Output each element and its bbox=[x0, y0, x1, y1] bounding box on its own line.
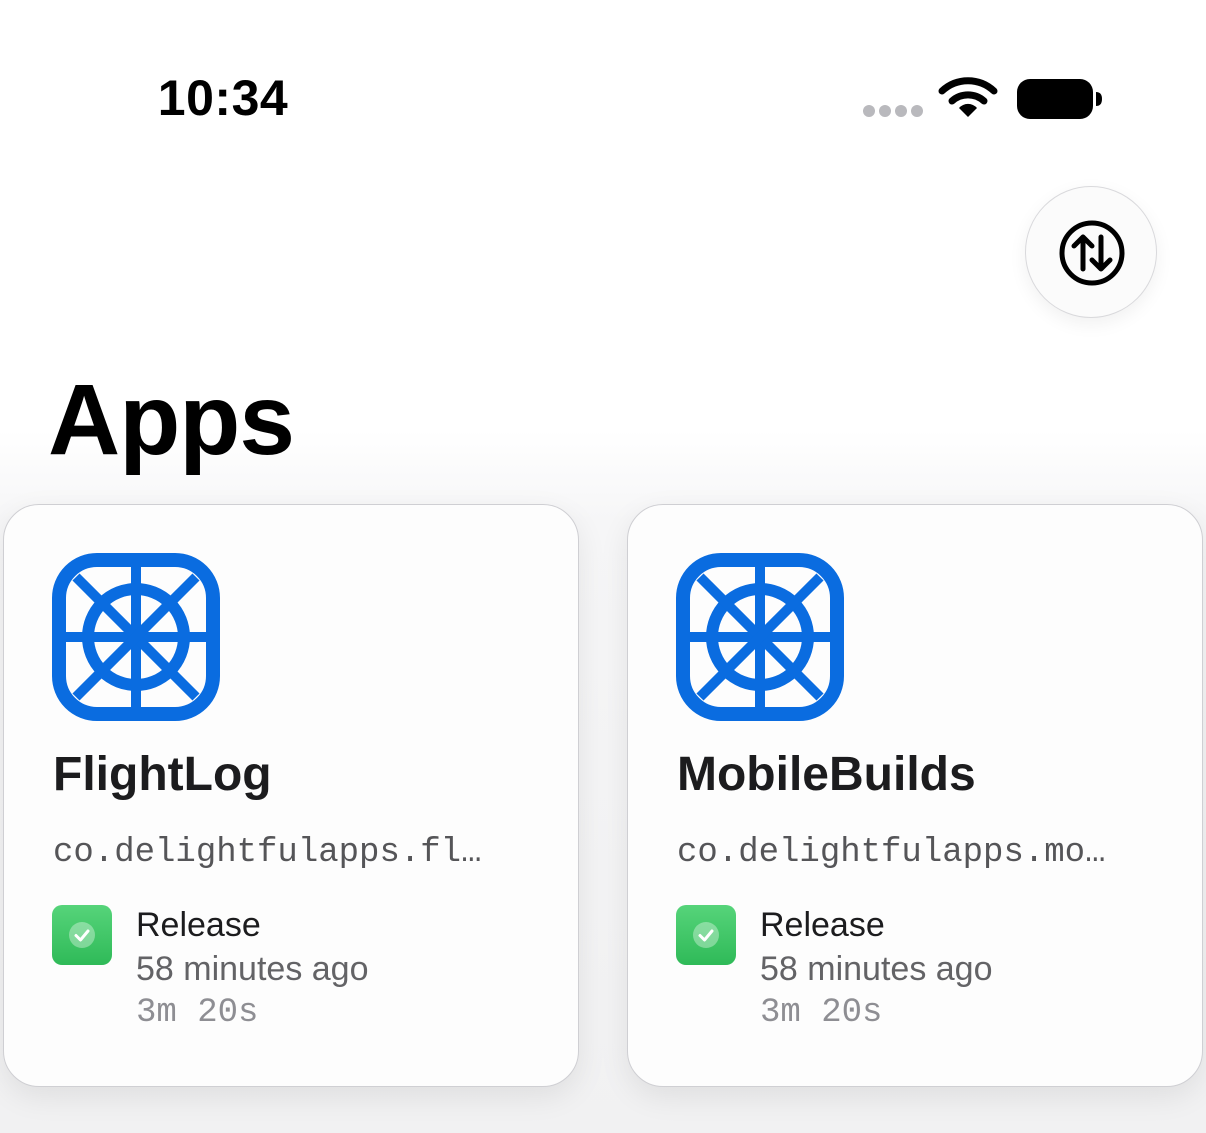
app-name: FlightLog bbox=[53, 748, 272, 801]
app-name: MobileBuilds bbox=[677, 748, 976, 801]
bundle-id: co.delightfulapps.fl… bbox=[53, 834, 482, 872]
build-workflow: Release bbox=[136, 906, 261, 944]
build-workflow: Release bbox=[760, 906, 885, 944]
battery-icon bbox=[1017, 79, 1102, 119]
app-card-flightlog[interactable]: FlightLog co.delightfulapps.fl… Release … bbox=[3, 504, 579, 1087]
status-bar: 10:34 bbox=[0, 0, 1206, 180]
signal-dots-icon bbox=[863, 105, 923, 117]
build-duration: 3m 20s bbox=[136, 994, 259, 1032]
app-grid-icon bbox=[676, 553, 844, 721]
build-time-ago: 58 minutes ago bbox=[760, 950, 993, 988]
status-time: 10:34 bbox=[157, 70, 289, 126]
build-status-badge bbox=[52, 905, 112, 965]
arrow-up-arrow-down-circle-icon bbox=[1059, 220, 1125, 286]
app-grid-icon bbox=[52, 553, 220, 721]
sort-button[interactable] bbox=[1025, 186, 1157, 318]
bundle-id: co.delightfulapps.mo… bbox=[677, 834, 1106, 872]
build-time-ago: 58 minutes ago bbox=[136, 950, 369, 988]
app-card-mobilebuilds[interactable]: MobileBuilds co.delightfulapps.mo… Relea… bbox=[627, 504, 1203, 1087]
build-duration: 3m 20s bbox=[760, 994, 883, 1032]
wifi-icon bbox=[938, 77, 998, 117]
checkmark-icon bbox=[69, 922, 95, 948]
page-title: Apps bbox=[48, 364, 295, 476]
checkmark-icon bbox=[693, 922, 719, 948]
build-status-badge bbox=[676, 905, 736, 965]
